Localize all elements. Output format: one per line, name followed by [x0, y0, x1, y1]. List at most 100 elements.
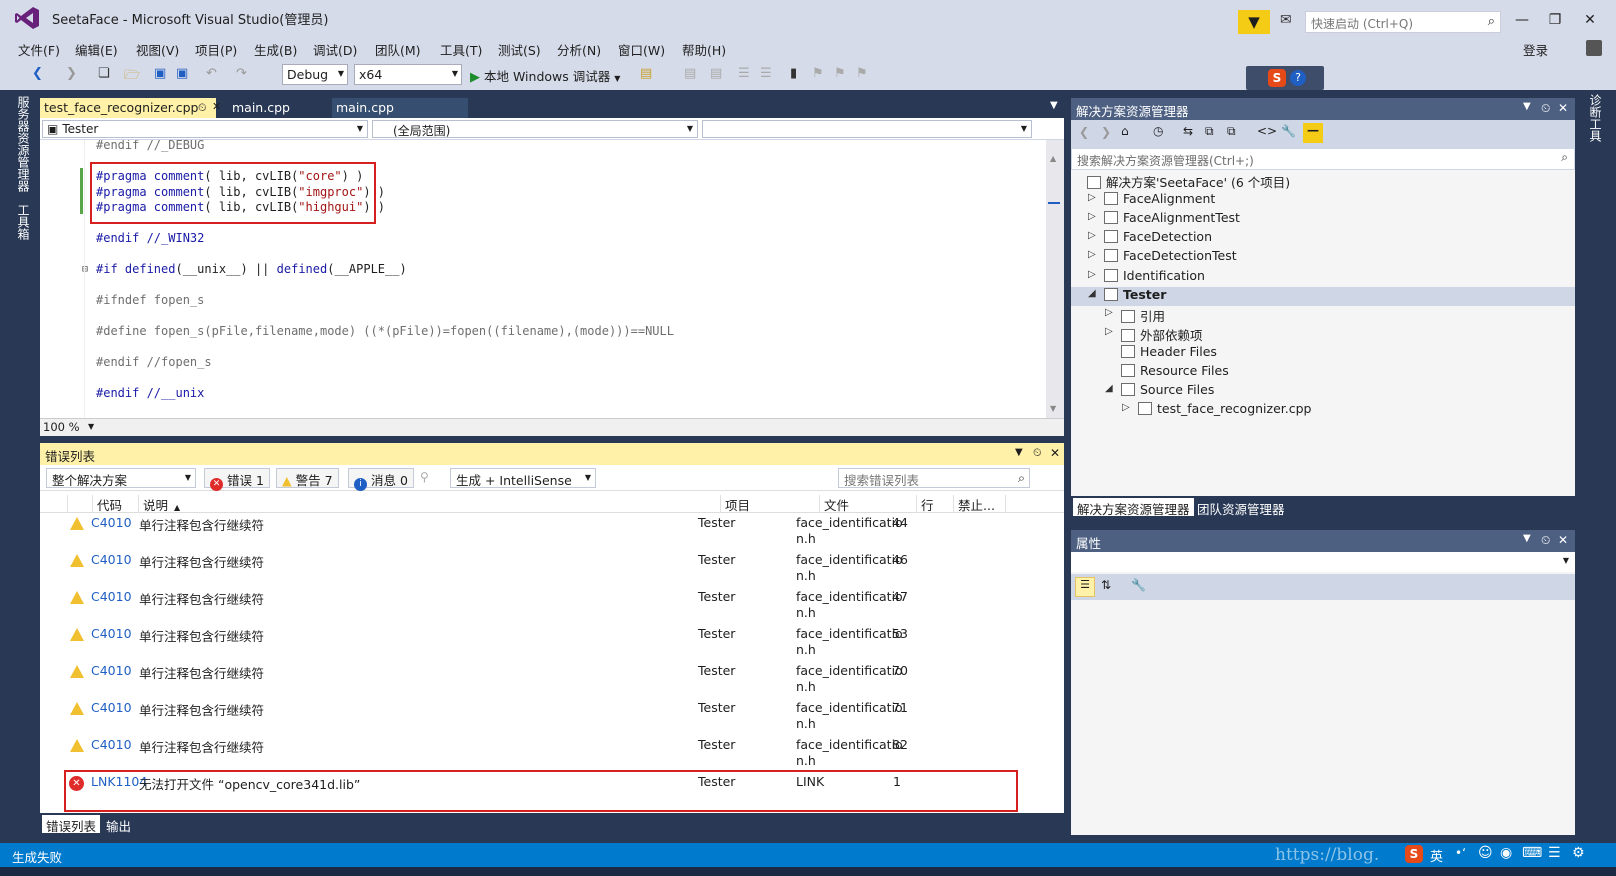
- expand-icon[interactable]: ▷: [1105, 307, 1113, 318]
- expand-icon[interactable]: ▷: [1088, 249, 1096, 260]
- save-all-icon[interactable]: ▣: [176, 66, 188, 81]
- menu-build[interactable]: 生成(B): [254, 40, 297, 59]
- code-editor[interactable]: ⊟ #endif //_DEBUG #pragma comment( lib, c…: [40, 140, 1046, 418]
- table-row[interactable]: C4010 单行注释包含行继续符 Tester face_identificatio 5…: [40, 624, 1064, 662]
- menu-window[interactable]: 窗口(W): [618, 40, 665, 59]
- table-row[interactable]: C4010 单行注释包含行继续符 Tester face_identificatio 7…: [40, 661, 1064, 699]
- zoom-level[interactable]: 100 %: [43, 420, 80, 434]
- menu-analyze[interactable]: 分析(N): [557, 40, 601, 59]
- tree-item[interactable]: ▷ FaceDetection: [1088, 229, 1212, 248]
- next-bookmark-icon[interactable]: ⚑: [834, 66, 846, 81]
- tab-output[interactable]: 输出: [102, 815, 135, 834]
- toolbox-tab[interactable]: 工具箱: [15, 204, 32, 240]
- new-project-icon[interactable]: ❏: [98, 66, 110, 81]
- table-row[interactable]: C4010 单行注释包含行继续符 Tester face_identificatio 8…: [40, 735, 1064, 773]
- preview-selected-icon[interactable]: —: [1303, 123, 1323, 143]
- column-suppression[interactable]: 禁止...: [953, 495, 995, 513]
- find-in-files-icon[interactable]: ▤: [640, 66, 652, 81]
- diagnostics-tab[interactable]: 诊断工具: [1587, 94, 1604, 142]
- menu-help[interactable]: 帮助(H): [682, 40, 726, 59]
- microphone-icon[interactable]: ◉: [1500, 845, 1512, 861]
- table-row[interactable]: C4010 单行注释包含行继续符 Tester face_identificatio 4…: [40, 587, 1064, 625]
- server-explorer-tab[interactable]: 服务器资源管理器: [15, 96, 32, 192]
- column-project[interactable]: 项目: [720, 495, 750, 513]
- global-scope-select[interactable]: (全局范围) ▼: [372, 120, 698, 138]
- quick-launch-input[interactable]: 快速启动 (Ctrl+Q) ⌕: [1305, 11, 1501, 33]
- error-code-link[interactable]: C4010: [91, 515, 132, 530]
- column-line[interactable]: 行: [916, 495, 934, 513]
- tab-main-cpp-1[interactable]: main.cpp: [228, 98, 294, 118]
- column-code[interactable]: 代码: [92, 495, 122, 513]
- show-all-files-icon[interactable]: ⧉: [1227, 124, 1236, 139]
- expand-icon[interactable]: ▷: [1088, 230, 1096, 241]
- sogou-icon[interactable]: S: [1405, 845, 1423, 863]
- tab-solution-explorer[interactable]: 解决方案资源管理器: [1073, 498, 1194, 517]
- close-icon[interactable]: ✕: [1580, 12, 1600, 28]
- ime-mode-icon[interactable]: 英: [1430, 846, 1443, 865]
- feedback-icon[interactable]: ✉: [1280, 12, 1292, 28]
- minimize-icon[interactable]: —: [1512, 12, 1532, 28]
- undo-icon[interactable]: ↶: [206, 66, 217, 81]
- build-filter-select[interactable]: 生成 + IntelliSense ▼: [450, 468, 596, 488]
- member-select[interactable]: ▼: [702, 120, 1032, 138]
- tree-item[interactable]: ▷ FaceDetectionTest: [1088, 248, 1237, 267]
- uncomment-icon[interactable]: ☰: [760, 66, 772, 81]
- menu-edit[interactable]: 编辑(E): [75, 40, 118, 59]
- solution-platform-select[interactable]: x64 ▼: [354, 64, 462, 85]
- tree-item[interactable]: Header Files: [1121, 344, 1217, 363]
- pin-icon[interactable]: ⏲: [1541, 101, 1550, 116]
- close-icon[interactable]: ✕: [1050, 446, 1060, 460]
- tree-item[interactable]: ▷ Identification: [1088, 268, 1205, 287]
- step-icon[interactable]: ▤: [684, 66, 696, 81]
- expand-icon[interactable]: ▷: [1088, 211, 1096, 222]
- property-pages-icon[interactable]: 🔧: [1131, 578, 1146, 592]
- error-code-link[interactable]: C4010: [91, 589, 132, 604]
- notification-filter-icon[interactable]: ▼: [1238, 10, 1270, 34]
- menu-tools[interactable]: 工具(T): [440, 40, 482, 59]
- column-description[interactable]: 说明 ▲: [138, 495, 180, 513]
- expand-icon[interactable]: ▷: [1122, 402, 1130, 413]
- solution-config-select[interactable]: Debug ▼: [282, 64, 348, 85]
- pin-icon[interactable]: ⏲: [1541, 533, 1550, 548]
- error-code-link[interactable]: C4010: [91, 663, 132, 678]
- tree-item[interactable]: ▷ 外部依赖项: [1105, 325, 1203, 344]
- solution-search-input[interactable]: 搜索解决方案资源管理器(Ctrl+;) ⌕: [1071, 148, 1575, 170]
- error-code-link[interactable]: C4010: [91, 737, 132, 752]
- skin-icon[interactable]: ☰: [1548, 845, 1561, 861]
- login-link[interactable]: 登录: [1523, 40, 1548, 59]
- home-icon[interactable]: ⌂: [1121, 124, 1129, 138]
- categorized-icon[interactable]: ☰: [1075, 577, 1095, 597]
- forward-icon[interactable]: ❯: [66, 66, 77, 81]
- close-icon[interactable]: ✕: [1558, 533, 1568, 547]
- chevron-down-icon[interactable]: ▼: [88, 422, 94, 431]
- collapse-all-icon[interactable]: ⧉: [1205, 124, 1214, 139]
- settings-icon[interactable]: ⚙: [1572, 845, 1585, 861]
- sync-icon[interactable]: ⇆: [1183, 124, 1193, 138]
- expand-icon[interactable]: ▷: [1105, 326, 1113, 337]
- warnings-filter-button[interactable]: ▲ 警告 7: [276, 468, 339, 488]
- pin-icon[interactable]: ⏲: [1033, 446, 1042, 460]
- back-icon[interactable]: ❮: [1079, 125, 1089, 139]
- keyboard-icon[interactable]: ⌨: [1522, 845, 1542, 861]
- tab-team-explorer[interactable]: 团队资源管理器: [1193, 498, 1289, 517]
- menu-file[interactable]: 文件(F): [18, 40, 60, 59]
- error-code-link[interactable]: C4010: [91, 626, 132, 641]
- close-tab-icon[interactable]: ✕: [212, 100, 221, 113]
- scope-select[interactable]: 整个解决方案 ▼: [46, 468, 196, 488]
- forward-icon[interactable]: ❯: [1101, 125, 1111, 139]
- menu-view[interactable]: 视图(V): [136, 40, 179, 59]
- table-row[interactable]: C4010 单行注释包含行继续符 Tester face_identificatio 7…: [40, 698, 1064, 736]
- tree-item[interactable]: ▷ 引用: [1105, 306, 1165, 325]
- menu-project[interactable]: 项目(P): [195, 40, 237, 59]
- collapse-icon[interactable]: ◢: [1088, 288, 1096, 299]
- tree-item[interactable]: ▷ FaceAlignmentTest: [1088, 210, 1240, 229]
- tree-item[interactable]: ▷ test_face_recognizer.cpp: [1122, 401, 1312, 420]
- collapse-icon[interactable]: ◢: [1105, 383, 1113, 394]
- window-menu-icon[interactable]: ▼: [1523, 533, 1531, 544]
- bookmark-icon[interactable]: ▮: [790, 66, 797, 81]
- editor-vertical-scrollbar[interactable]: ▲ ▼: [1046, 140, 1064, 418]
- back-icon[interactable]: ❮: [32, 66, 43, 81]
- messages-filter-button[interactable]: i 消息 0: [348, 468, 414, 491]
- table-row[interactable]: C4010 单行注释包含行继续符 Tester face_identificatio 4…: [40, 550, 1064, 588]
- start-debugging-button[interactable]: ▶ 本地 Windows 调试器 ▼: [470, 66, 620, 85]
